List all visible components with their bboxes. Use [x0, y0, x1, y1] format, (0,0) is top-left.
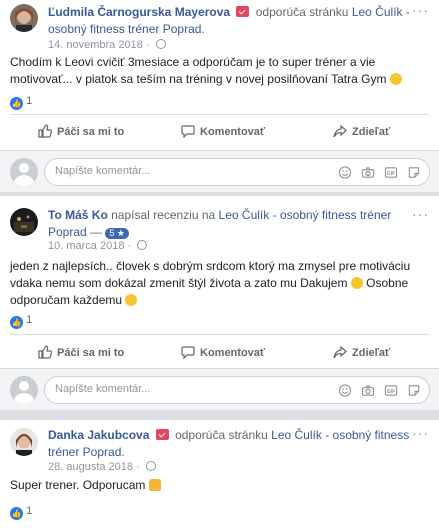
- sticker-icon[interactable]: [407, 384, 421, 397]
- comment-icon: [181, 346, 195, 360]
- like-reaction-icon: 👍: [10, 97, 23, 110]
- comment-icon: [181, 125, 195, 139]
- avatar: [10, 158, 38, 186]
- post-date[interactable]: 10. marca 2018: [48, 240, 124, 252]
- svg-text:GIF: GIF: [387, 171, 396, 177]
- action-bar: Páči sa mi to Komentovať Zdieľať: [0, 343, 439, 363]
- like-reaction-icon: 👍: [10, 316, 23, 329]
- reaction-count[interactable]: 👍 1: [10, 313, 32, 329]
- laughing-emoji-icon: [389, 73, 402, 85]
- post-date[interactable]: 14. novembra 2018: [48, 39, 143, 51]
- avatar[interactable]: [10, 428, 38, 456]
- share-icon: [333, 345, 347, 359]
- comment-tools: GIF: [338, 384, 421, 398]
- post-meta: 28. augusta 2018 ·: [48, 460, 156, 474]
- reaction-count[interactable]: 👍 1: [10, 504, 32, 520]
- post-verb: napísal recenziu na: [111, 208, 216, 222]
- post-header: To Máš Ko napísal recenziu na Leo Čulík …: [48, 208, 392, 239]
- author-name[interactable]: Ľudmila Čarnogurska Mayerova: [48, 5, 230, 19]
- camera-icon[interactable]: [361, 166, 375, 179]
- post-card: Ľudmila Čarnogurska Mayerova odporúča st…: [0, 0, 439, 192]
- recommend-icon: [155, 429, 169, 440]
- author-name[interactable]: Danka Jakubcova: [48, 428, 149, 442]
- more-options-button[interactable]: ···: [412, 425, 429, 441]
- share-icon: [333, 124, 347, 138]
- post-text: Super trener. Odporucam: [10, 477, 425, 494]
- like-icon: [38, 124, 53, 138]
- avatar[interactable]: [10, 208, 38, 236]
- post-card: Danka Jakubcova odporúča stránku Leo Čul…: [0, 420, 439, 529]
- post-verb: odporúča stránku: [175, 428, 268, 442]
- globe-icon: [155, 39, 166, 49]
- share-button[interactable]: Zdieľať: [333, 122, 390, 142]
- comment-input-wrap: GIF: [44, 158, 430, 186]
- emoji-icon[interactable]: [338, 166, 352, 179]
- globe-icon: [137, 240, 148, 250]
- comment-input[interactable]: [55, 383, 255, 395]
- avatar[interactable]: [10, 4, 38, 32]
- post-card: To Máš Ko napísal recenziu na Leo Čulík …: [0, 196, 439, 410]
- comment-input[interactable]: [55, 165, 255, 177]
- action-bar: Páči sa mi to Komentovať Zdieľať: [0, 122, 439, 142]
- share-button[interactable]: Zdieľať: [333, 343, 390, 363]
- like-button[interactable]: Páči sa mi to: [38, 343, 124, 363]
- comment-input-wrap: GIF: [44, 376, 430, 404]
- comment-bar: GIF: [0, 368, 439, 410]
- like-button[interactable]: Páči sa mi to: [38, 122, 124, 142]
- post-meta: 14. novembra 2018 ·: [48, 38, 166, 52]
- recommend-icon: [236, 6, 250, 17]
- gif-icon[interactable]: GIF: [384, 384, 398, 397]
- smile-emoji-icon: [350, 277, 363, 289]
- post-meta: 10. marca 2018 ·: [48, 239, 148, 253]
- comment-button[interactable]: Komentovať: [181, 122, 265, 142]
- smile-emoji-icon: [125, 294, 138, 306]
- divider: [10, 114, 429, 115]
- camera-icon[interactable]: [361, 384, 375, 397]
- post-verb: odporúča stránku: [255, 5, 349, 19]
- sticker-icon[interactable]: [407, 166, 421, 179]
- globe-icon: [145, 461, 156, 471]
- post-header: Ľudmila Čarnogurska Mayerova odporúča st…: [48, 4, 413, 38]
- like-icon: [38, 345, 53, 359]
- post-date[interactable]: 28. augusta 2018: [48, 461, 133, 473]
- like-reaction-icon: 👍: [10, 507, 23, 520]
- post-text: Chodím k Leovi cvičiť 3mesiace a odporúč…: [10, 54, 425, 88]
- divider: [10, 334, 429, 335]
- rating-badge: 5 ★: [105, 228, 129, 239]
- more-options-button[interactable]: ···: [412, 2, 429, 18]
- gif-icon[interactable]: GIF: [384, 166, 398, 179]
- thumbs-up-emoji-icon: [148, 479, 161, 491]
- comment-button[interactable]: Komentovať: [181, 343, 265, 363]
- emoji-icon[interactable]: [338, 384, 352, 397]
- avatar: [10, 376, 38, 404]
- post-header: Danka Jakubcova odporúča stránku Leo Čul…: [48, 427, 413, 461]
- reaction-count[interactable]: 👍 1: [10, 94, 32, 110]
- post-text: jeden z najlepsích.. človek s dobrým srd…: [10, 259, 411, 307]
- svg-text:GIF: GIF: [387, 389, 396, 395]
- author-name[interactable]: To Máš Ko: [48, 208, 108, 222]
- comment-bar: GIF: [0, 150, 439, 192]
- comment-tools: GIF: [338, 166, 421, 180]
- more-options-button[interactable]: ···: [412, 206, 429, 222]
